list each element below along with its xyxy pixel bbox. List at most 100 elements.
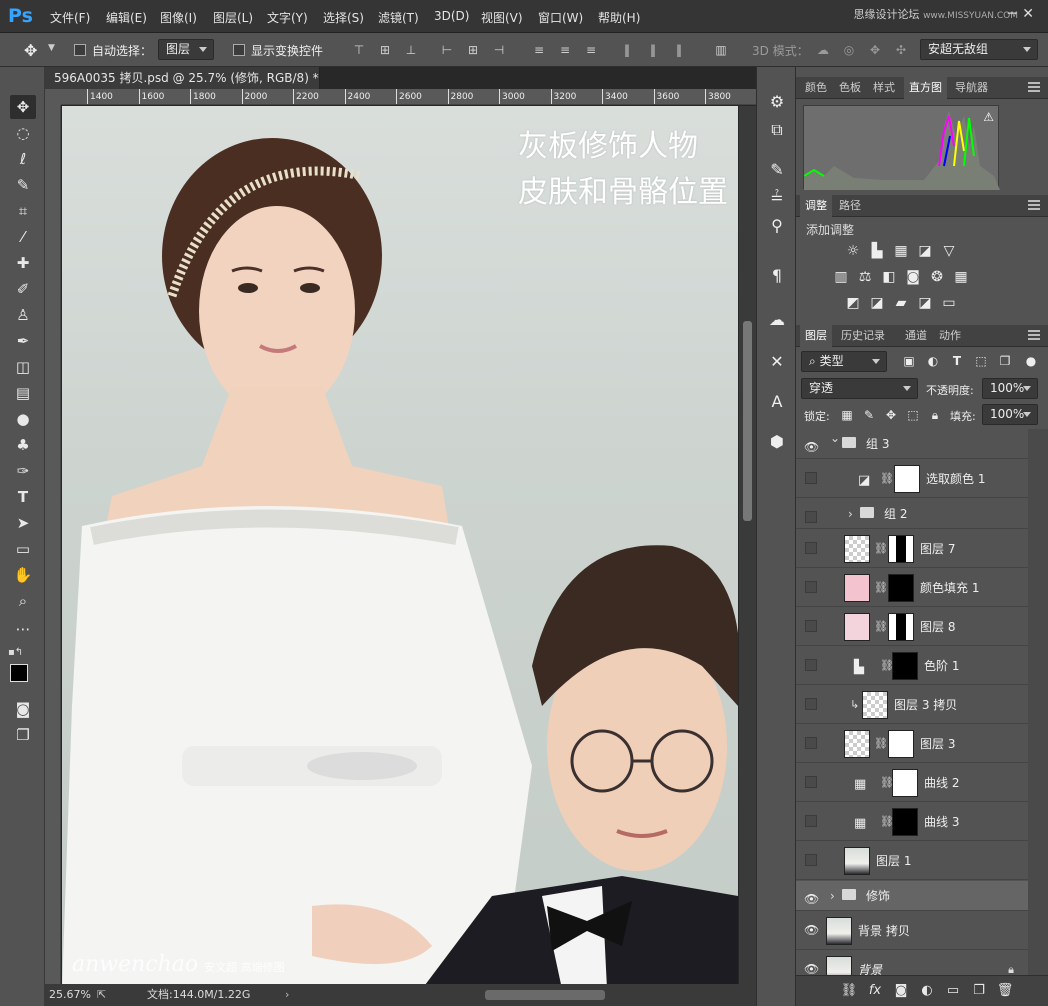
blur-tool-icon[interactable]: ● xyxy=(10,407,36,431)
distribute-bottom-icon[interactable]: ≡ xyxy=(584,43,598,57)
distribute-left-icon[interactable]: ‖ xyxy=(620,43,634,57)
panel-tab[interactable]: 动作 xyxy=(934,325,966,347)
filter-smart-icon[interactable]: ❐ xyxy=(996,353,1014,369)
layer-name[interactable]: 背景 拷贝 xyxy=(858,912,910,950)
dodge-tool-icon[interactable]: ♣ xyxy=(10,433,36,457)
zoom-tool-icon[interactable]: ⌕ xyxy=(10,589,36,613)
photo-filter-icon[interactable]: ◙ xyxy=(904,269,922,285)
layer-row[interactable]: ⛓ 图层 8 xyxy=(796,608,1028,646)
new-layer-icon[interactable]: ❐ xyxy=(970,983,988,999)
menu-item[interactable]: 3D(D) xyxy=(434,9,469,23)
export-icon[interactable]: ⇱ xyxy=(97,984,106,1006)
shape-tool-icon[interactable]: ▭ xyxy=(10,537,36,561)
3d-roll-icon[interactable]: ◎ xyxy=(842,43,856,57)
brush-panel-icon[interactable]: ≟ xyxy=(763,185,791,211)
menu-item[interactable]: 图层(L) xyxy=(213,9,253,26)
delete-layer-icon[interactable]: 🗑︎ xyxy=(996,983,1014,999)
chevron-down-icon[interactable]: ⌄ xyxy=(830,431,840,445)
layer-name[interactable]: 图层 3 xyxy=(920,725,955,763)
move-tool-icon[interactable]: ✥ xyxy=(10,95,36,119)
visibility-toggle[interactable] xyxy=(805,542,817,554)
ruler-horizontal[interactable]: 1400 1600 1800 2000 2200 2400 2600 2800 3000 3200… xyxy=(61,89,756,105)
link-icon[interactable]: ⛓ xyxy=(874,737,888,750)
properties-icon[interactable]: ⧉ xyxy=(763,117,791,143)
color-lookup-icon[interactable]: ▦ xyxy=(952,269,970,285)
hand-tool-icon[interactable]: ✋ xyxy=(10,563,36,587)
zoom-level[interactable]: 25.67% xyxy=(49,984,91,1006)
fx-icon[interactable]: fx xyxy=(866,983,884,999)
brush-tool-icon[interactable]: ✐ xyxy=(10,277,36,301)
3d-pan-icon[interactable]: ✥ xyxy=(868,43,882,57)
panel-tab[interactable]: 路径 xyxy=(834,195,866,217)
link-icon[interactable]: ⛓ xyxy=(874,581,888,594)
3d-slide-icon[interactable]: ✣ xyxy=(894,43,908,57)
layer-row[interactable]: 图层 1 xyxy=(796,842,1028,880)
panel-tab[interactable]: 导航器 xyxy=(950,77,993,99)
visibility-toggle[interactable] xyxy=(805,472,817,484)
layer-row[interactable]: 👁︎ 背景 拷贝 xyxy=(796,912,1028,950)
hue-saturation-icon[interactable]: ▥ xyxy=(832,269,850,285)
foreground-color-swatch[interactable] xyxy=(10,664,28,682)
layer-row[interactable]: ⛓ 颜色填充 1 xyxy=(796,569,1028,607)
quick-mask-icon[interactable]: ◙ xyxy=(10,697,36,721)
selective-color-icon[interactable]: ◪ xyxy=(916,295,934,311)
menu-item[interactable]: 文件(F) xyxy=(50,9,90,26)
layers-scrollbar[interactable] xyxy=(1028,429,1048,975)
auto-select-dropdown[interactable]: 图层 xyxy=(158,39,214,60)
lasso-tool-icon[interactable]: ℓ xyxy=(10,147,36,171)
auto-select-checkbox[interactable] xyxy=(74,44,86,56)
filter-toggle-icon[interactable]: ● xyxy=(1022,353,1040,369)
color-balance-icon[interactable]: ⚖ xyxy=(856,269,874,285)
character-icon[interactable]: A xyxy=(763,389,791,415)
healing-brush-tool-icon[interactable]: ✚ xyxy=(10,251,36,275)
menu-item[interactable]: 编辑(E) xyxy=(106,9,147,26)
layer-row[interactable]: ▦ ⛓ 曲线 2 xyxy=(796,764,1028,802)
layer-name[interactable]: 图层 8 xyxy=(920,608,955,646)
paragraph-icon[interactable]: ¶ xyxy=(763,263,791,289)
warning-icon[interactable]: ⚠ xyxy=(983,110,994,124)
more-tools-icon[interactable]: ⋯ xyxy=(10,617,36,641)
menu-item[interactable]: 滤镜(T) xyxy=(378,9,419,26)
panel-tab[interactable]: 颜色 xyxy=(800,77,832,99)
vertical-scroll-thumb[interactable] xyxy=(743,321,752,521)
visibility-toggle[interactable] xyxy=(805,854,817,866)
chevron-right-icon[interactable]: › xyxy=(848,507,853,521)
layer-mask-thumbnail[interactable] xyxy=(888,613,914,641)
align-bottom-icon[interactable]: ⊥ xyxy=(404,43,418,57)
layer-name[interactable]: 图层 1 xyxy=(876,842,911,880)
layer-name[interactable]: 选取颜色 1 xyxy=(926,460,985,498)
close-icon[interactable]: ✕ xyxy=(1022,6,1040,22)
vibrance-icon[interactable]: ▽ xyxy=(940,243,958,259)
visibility-toggle[interactable] xyxy=(805,659,817,671)
align-right-icon[interactable]: ⊣ xyxy=(492,43,506,57)
layer-name[interactable]: 组 2 xyxy=(884,499,907,529)
vertical-scrollbar[interactable] xyxy=(739,106,756,989)
crop-tool-icon[interactable]: ⌗ xyxy=(10,199,36,223)
eyedropper-tool-icon[interactable]: ⁄ xyxy=(10,225,36,249)
menu-item[interactable]: 文字(Y) xyxy=(267,9,308,26)
filter-shape-icon[interactable]: ⬚ xyxy=(972,353,990,369)
move-tool-icon[interactable]: ✥ xyxy=(24,41,37,60)
layer-name[interactable]: 曲线 3 xyxy=(924,803,959,841)
layer-thumbnail[interactable] xyxy=(826,917,852,945)
opacity-input[interactable]: 100% xyxy=(982,378,1038,399)
eraser-tool-icon[interactable]: ◫ xyxy=(10,355,36,379)
exposure-icon[interactable]: ◪ xyxy=(916,243,934,259)
layer-name[interactable]: 修饰 xyxy=(866,881,890,911)
lock-transparent-icon[interactable]: ▦ xyxy=(838,407,856,423)
visibility-toggle[interactable] xyxy=(805,737,817,749)
layer-row[interactable]: ⛓ 图层 7 xyxy=(796,530,1028,568)
clone-source-icon[interactable]: ⚲ xyxy=(763,213,791,239)
panel-tab[interactable]: 样式 xyxy=(868,77,900,99)
gradient-map-icon[interactable]: ▭ xyxy=(940,295,958,311)
layer-mask-thumbnail[interactable] xyxy=(892,808,918,836)
layer-thumbnail[interactable] xyxy=(844,847,870,875)
new-group-icon[interactable]: ▭ xyxy=(944,983,962,999)
filter-adjust-icon[interactable]: ◐ xyxy=(924,353,942,369)
layer-row[interactable]: ◪ ⛓ 选取颜色 1 xyxy=(796,460,1028,498)
menu-item[interactable]: 窗口(W) xyxy=(538,9,583,26)
menu-item[interactable]: 视图(V) xyxy=(481,9,523,26)
lock-all-icon[interactable]: 🔒︎ xyxy=(926,407,944,423)
distribute-top-icon[interactable]: ≡ xyxy=(532,43,546,57)
link-icon[interactable]: ⛓ xyxy=(874,620,888,633)
